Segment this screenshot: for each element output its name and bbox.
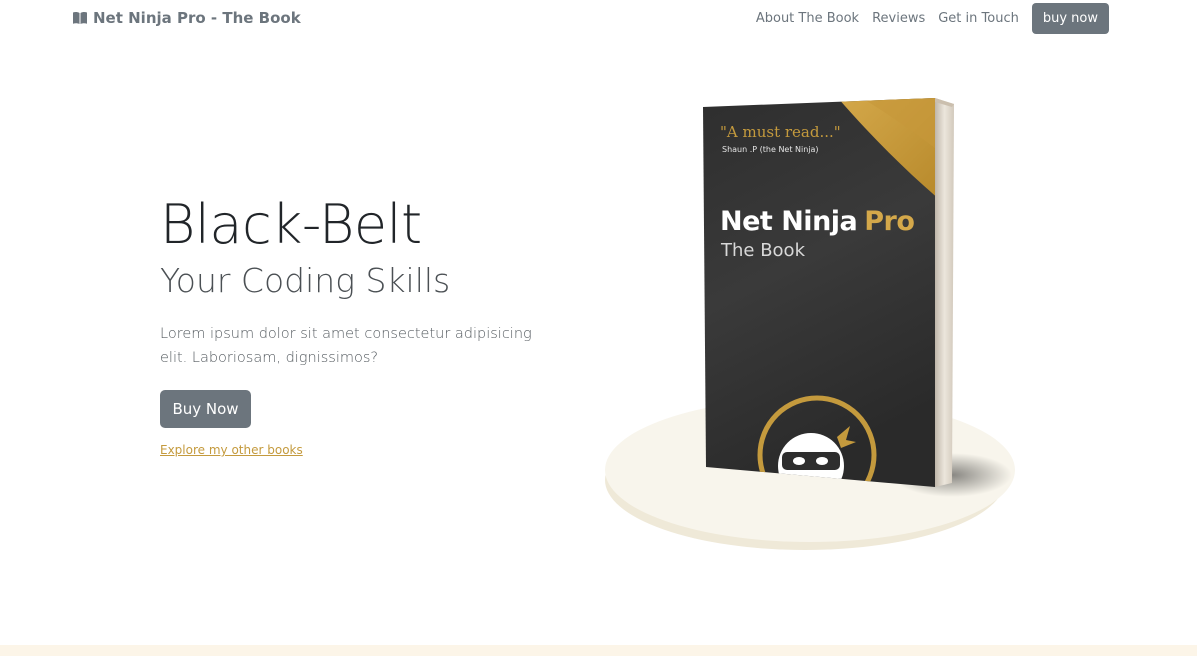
book-cover-image: "A must read..." Shaun .P (the Net Ninja… bbox=[605, 98, 1015, 550]
nav-links: About The Book Reviews Get in Touch buy … bbox=[756, 3, 1109, 34]
nav-link-reviews[interactable]: Reviews bbox=[872, 11, 925, 26]
nav-buy-now-button[interactable]: buy now bbox=[1031, 3, 1109, 34]
cover-title: Net Ninja Pro bbox=[720, 206, 914, 237]
hero-subtitle: Your Coding Skills bbox=[160, 261, 451, 300]
navbar: Net Ninja Pro - The Book About The Book … bbox=[0, 0, 1197, 40]
cover-quote: "A must read..." bbox=[720, 123, 841, 141]
brand-link[interactable]: Net Ninja Pro - The Book bbox=[72, 9, 301, 27]
hero-lead: Lorem ipsum dolor sit amet consectetur a… bbox=[160, 326, 532, 366]
explore-books-link[interactable]: Explore my other books bbox=[160, 443, 303, 457]
cover-title-main: Net Ninja bbox=[720, 206, 857, 237]
next-section-strip bbox=[0, 645, 1197, 656]
nav-link-about[interactable]: About The Book bbox=[756, 11, 859, 26]
book-open-icon bbox=[72, 11, 88, 25]
hero-title: Black-Belt bbox=[160, 193, 422, 256]
brand-title: Net Ninja Pro - The Book bbox=[93, 9, 301, 27]
cover-subtitle: The Book bbox=[720, 240, 806, 261]
cover-title-accent: Pro bbox=[864, 206, 914, 237]
nav-link-contact[interactable]: Get in Touch bbox=[938, 11, 1019, 26]
book-illustration: "A must read..." Shaun .P (the Net Ninja… bbox=[600, 90, 1030, 560]
buy-now-button[interactable]: Buy Now bbox=[160, 390, 251, 428]
cover-quote-author: Shaun .P (the Net Ninja) bbox=[722, 145, 819, 154]
